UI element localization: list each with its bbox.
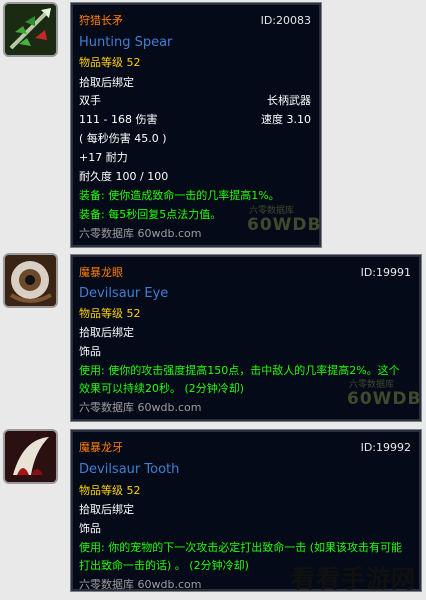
watermark-big: 60WDB: [247, 215, 322, 235]
item-name-en: Hunting Spear: [79, 35, 173, 50]
dps-text: ( 每秒伤害 45.0 ): [79, 132, 167, 145]
source-text: 六零数据库 60wdb.com: [79, 578, 202, 591]
bind-text: 拾取后绑定: [79, 503, 134, 516]
use-effect-2: 打出致命一击的话) 。 (2分钟冷却): [79, 559, 249, 572]
item-level: 物品等级 52: [79, 307, 141, 320]
item-tooltip-devilsaur-eye: 魔暴龙眼 ID:19991 Devilsaur Eye 物品等级 52 拾取后绑…: [70, 254, 422, 422]
hand-text: 双手: [79, 94, 101, 107]
item-id: ID:19991: [360, 266, 411, 279]
eye-icon[interactable]: [3, 253, 58, 308]
item-name-cn: 魔暴龙眼: [79, 266, 123, 279]
slot-text: 饰品: [79, 522, 101, 535]
slot-text: 饰品: [79, 345, 101, 358]
item-id: ID:19992: [360, 441, 411, 454]
equip-effect-2: 装备: 每5秒回复5点法力值。: [79, 208, 222, 221]
watermark-big: 60WDB: [347, 389, 422, 409]
source-text: 六零数据库 60wdb.com: [79, 401, 202, 414]
item-id: ID:20083: [260, 14, 311, 27]
stat-text: +17 耐力: [79, 151, 128, 164]
bind-text: 拾取后绑定: [79, 326, 134, 339]
weapon-type: 长柄武器: [267, 94, 311, 107]
item-name-en: Devilsaur Eye: [79, 286, 169, 301]
item-name-cn: 魔暴龙牙: [79, 441, 123, 454]
item-name-en: Devilsaur Tooth: [79, 462, 180, 477]
equip-effect-1: 装备: 使你造成致命一击的几率提高1%。: [79, 189, 280, 202]
use-effect-2: 效果可以持续20秒。 (2分钟冷却): [79, 382, 245, 395]
item-level: 物品等级 52: [79, 56, 141, 69]
spear-icon[interactable]: [3, 2, 58, 57]
source-text: 六零数据库 60wdb.com: [79, 227, 202, 240]
item-level: 物品等级 52: [79, 484, 141, 497]
item-tooltip-hunting-spear: 狩猎长矛 ID:20083 Hunting Spear 物品等级 52 拾取后绑…: [70, 2, 322, 248]
site-watermark: 看看手游网: [291, 565, 416, 593]
damage-text: 111 - 168 伤害: [79, 113, 158, 126]
tooth-icon[interactable]: [3, 429, 58, 484]
speed-text: 速度 3.10: [261, 113, 311, 126]
bind-text: 拾取后绑定: [79, 76, 134, 89]
use-effect-1: 使用: 你的宠物的下一次攻击必定打出致命一击 (如果该攻击有可能: [79, 541, 402, 554]
durability-text: 耐久度 100 / 100: [79, 170, 169, 183]
item-name-cn: 狩猎长矛: [79, 14, 123, 27]
